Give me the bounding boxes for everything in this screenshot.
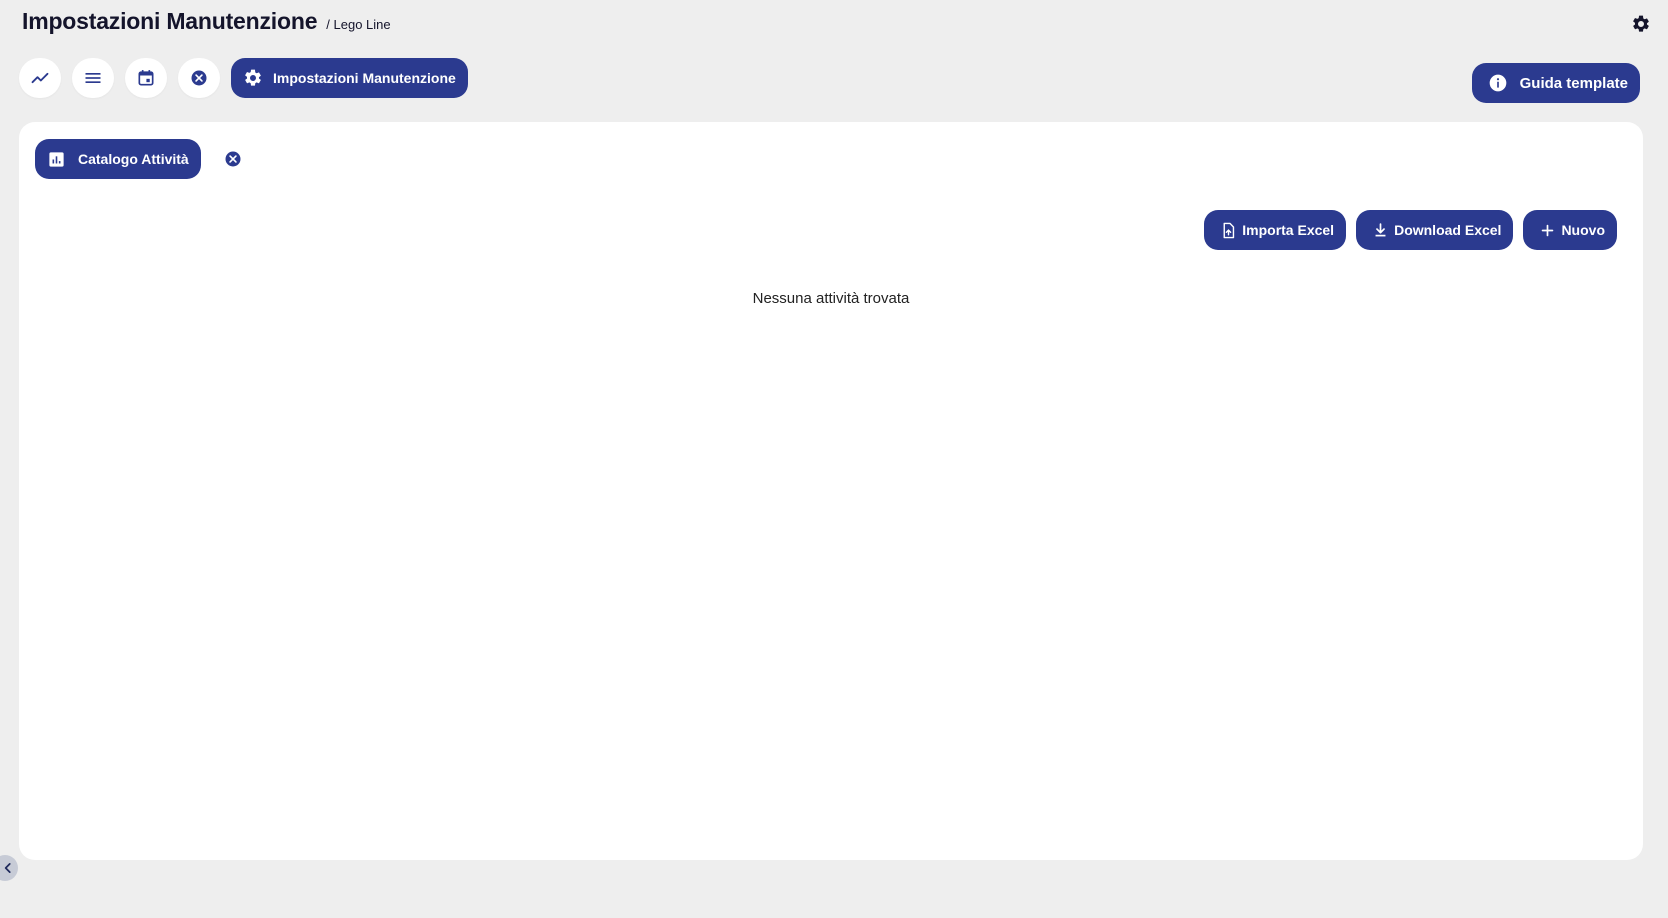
close-tab-icon[interactable] [223, 149, 243, 169]
trend-icon [31, 72, 49, 84]
import-excel-label: Importa Excel [1242, 222, 1335, 238]
chevron-left-icon [4, 863, 11, 873]
card-tab-row: Catalogo Attività [35, 139, 243, 179]
page-header: Impostazioni Manutenzione / Lego Line [22, 8, 391, 35]
close-view-button[interactable] [178, 58, 220, 98]
settings-gear-icon[interactable] [1631, 14, 1651, 34]
new-label: Nuovo [1561, 222, 1605, 238]
activity-catalog-tab[interactable]: Catalogo Attività [35, 139, 201, 179]
close-circle-icon [191, 70, 207, 86]
calendar-icon [138, 70, 154, 86]
sidebar-collapse-button[interactable] [0, 855, 18, 881]
view-toolbar: Impostazioni Manutenzione [19, 58, 468, 98]
download-excel-button[interactable]: Download Excel [1356, 210, 1514, 250]
empty-state-text: Nessuna attività trovata [752, 290, 910, 307]
template-guide-button[interactable]: Guida template [1471, 63, 1640, 103]
list-icon [85, 73, 101, 83]
download-icon [1375, 222, 1386, 236]
list-view-button[interactable] [72, 58, 114, 98]
page-subtitle: / Lego Line [326, 17, 391, 32]
maintenance-settings-label: Impostazioni Manutenzione [273, 70, 456, 86]
file-upload-icon [1223, 222, 1235, 238]
template-guide-label: Guida template [1519, 74, 1628, 92]
card-actions: Importa Excel Download Excel Nuovo [1194, 210, 1617, 250]
calendar-view-button[interactable] [125, 58, 167, 98]
import-excel-button[interactable]: Importa Excel [1204, 210, 1347, 250]
activity-catalog-label: Catalogo Attività [78, 151, 189, 167]
content-card: Catalogo Attività Importa Excel Download… [19, 122, 1643, 860]
trend-view-button[interactable] [19, 58, 61, 98]
gear-icon [245, 69, 261, 86]
page-title: Impostazioni Manutenzione [22, 8, 318, 34]
download-excel-label: Download Excel [1394, 222, 1502, 238]
plus-icon [1542, 224, 1554, 236]
info-icon [1489, 74, 1506, 92]
maintenance-settings-tab[interactable]: Impostazioni Manutenzione [231, 58, 468, 98]
bar-chart-icon [49, 151, 64, 167]
new-button[interactable]: Nuovo [1523, 210, 1617, 250]
